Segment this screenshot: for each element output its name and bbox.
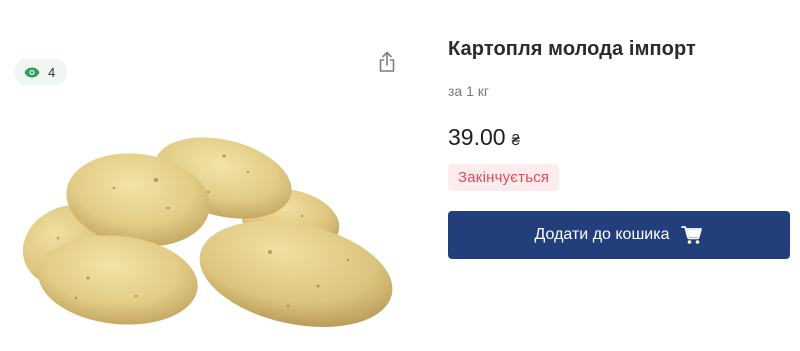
share-button[interactable] [372,47,402,77]
product-image [22,137,393,327]
eye-icon [24,67,40,77]
add-to-cart-button[interactable]: Додати до кошика [448,211,790,259]
price-value: 39.00 [448,124,506,150]
add-to-cart-label: Додати до кошика [534,226,670,243]
product-info: Картопля молода імпорт за 1 кг 39.00 ₴ З… [448,0,790,351]
product-gallery: 4 [0,0,420,351]
stock-status-badge: Закінчується [448,164,560,191]
product-price: 39.00 ₴ [448,124,520,151]
views-count: 4 [48,64,56,80]
product-unit: за 1 кг [448,83,490,99]
product-title: Картопля молода імпорт [448,38,696,60]
views-badge: 4 [14,58,68,86]
share-icon [379,51,395,72]
cart-icon [681,226,703,244]
price-currency: ₴ [511,132,520,149]
